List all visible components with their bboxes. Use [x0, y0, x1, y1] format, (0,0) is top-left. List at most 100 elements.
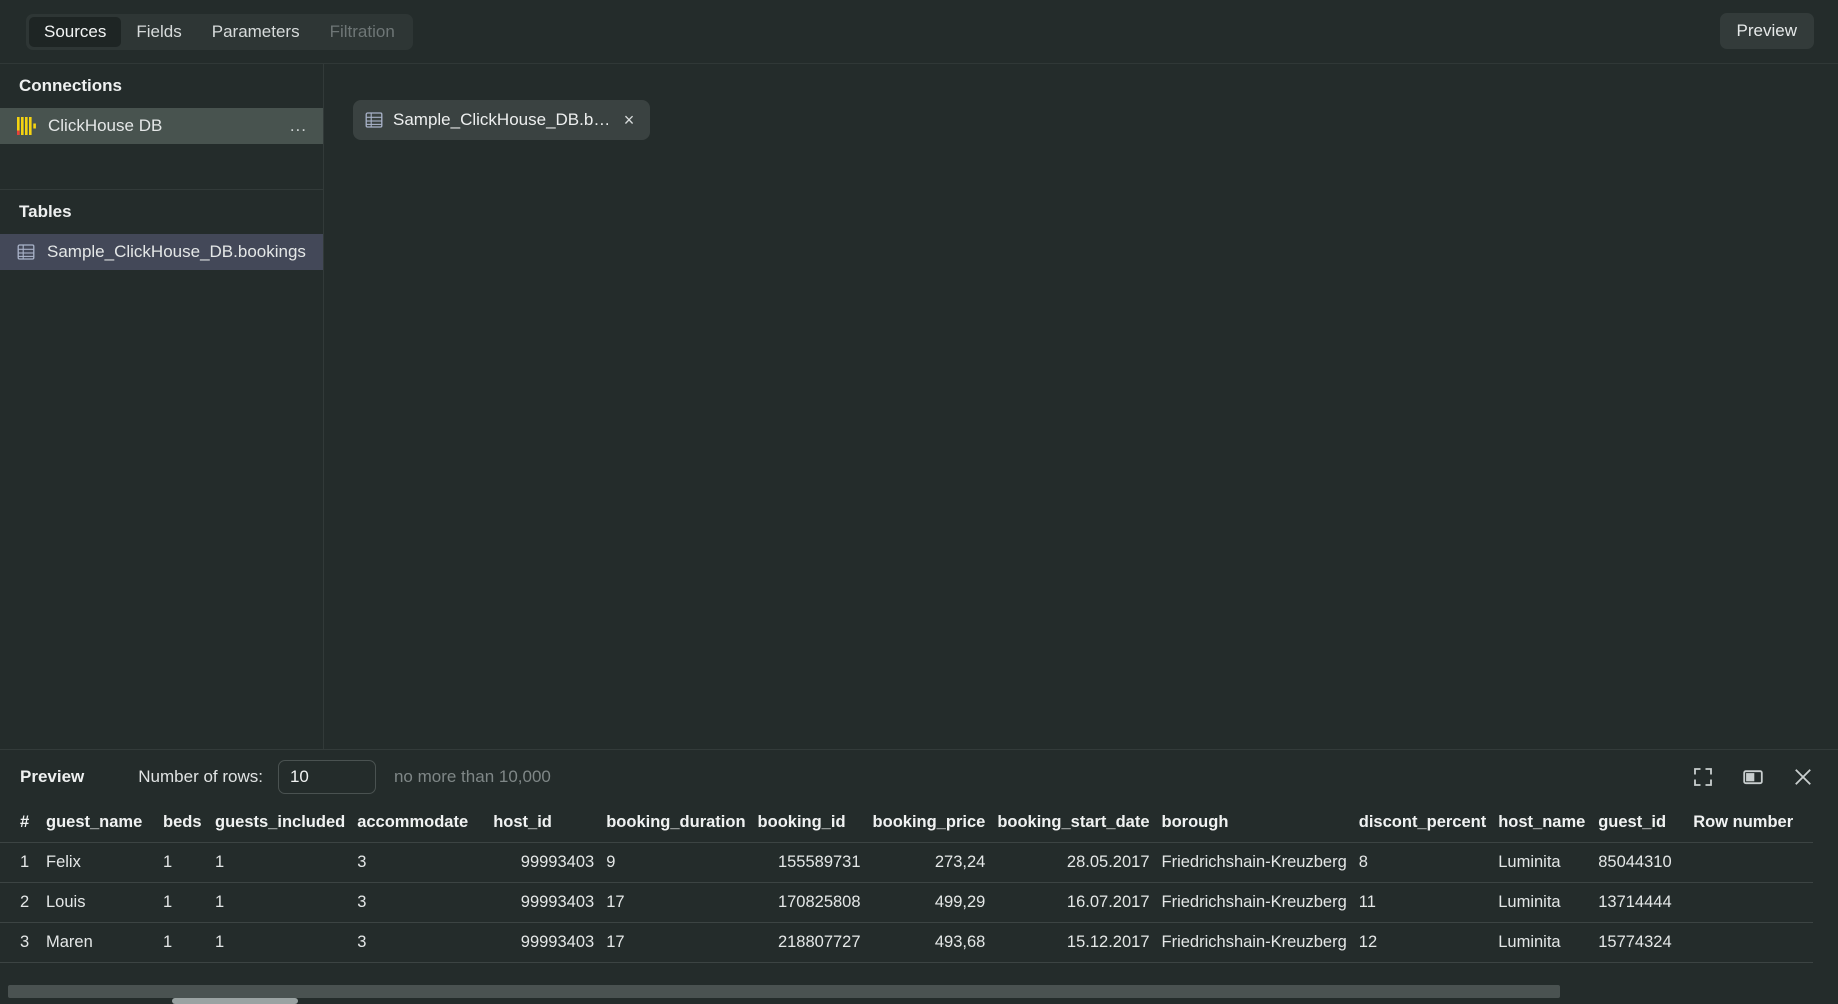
tables-title: Tables — [19, 202, 72, 221]
table-row[interactable]: 3 Maren 1 1 3 99993403 17 218807727 493,68 15.12.… — [0, 922, 1814, 963]
column-header-guest_name[interactable]: guest_name — [46, 804, 163, 843]
cell-booking_price: 273,24 — [872, 842, 998, 883]
cell-booking_duration: 17 — [606, 882, 758, 923]
cell-guest_id: 85044310 — [1598, 842, 1694, 883]
connections-title: Connections — [19, 76, 122, 95]
connections-empty-space — [0, 144, 323, 189]
row-limit-hint: no more than 10,000 — [393, 767, 551, 786]
cell-booking_id: 155589731 — [757, 842, 873, 883]
table-header-row: # guest_name beds guests_included accommodat… — [0, 804, 1814, 843]
column-header-booking_start_date[interactable]: booking_start_date — [997, 804, 1162, 843]
cell-booking_start_date: 15.12.2017 — [997, 922, 1162, 963]
tab-fields[interactable]: Fields — [121, 17, 196, 47]
cell-borough: Friedrichshain-Kreuzberg — [1161, 842, 1359, 883]
scrollbar-track[interactable] — [8, 985, 1560, 998]
number-of-rows-input[interactable] — [277, 760, 376, 794]
close-icon[interactable]: × — [616, 107, 642, 133]
connections-section: Connections ClickHouse DB ... — [0, 64, 323, 190]
cell-host_id: 99993403 — [493, 882, 607, 923]
top-bar: Sources Fields Parameters Filtration Pre… — [0, 0, 1838, 64]
column-header-beds[interactable]: beds — [163, 804, 215, 843]
preview-title: Preview — [20, 767, 85, 786]
cell-booking_duration: 17 — [606, 922, 758, 963]
cell-accommodate: 3 — [357, 842, 494, 883]
column-header-host_id[interactable]: host_id — [493, 804, 607, 843]
cell-booking_id: 170825808 — [757, 882, 873, 923]
cell-beds: 1 — [163, 882, 215, 923]
cell-accommodate: 3 — [357, 922, 494, 963]
column-header-row_number[interactable]: Row number — [1693, 804, 1814, 843]
fullscreen-icon[interactable] — [1690, 764, 1716, 790]
cell-guests_included: 1 — [215, 882, 358, 923]
cell-discont_percent: 8 — [1358, 842, 1499, 883]
preview-button[interactable]: Preview — [1719, 13, 1814, 49]
sidebar: Connections ClickHouse DB ... Tables Sam… — [0, 64, 324, 749]
cell-idx: 1 — [0, 842, 46, 883]
preview-actions — [1690, 750, 1816, 804]
column-header-borough[interactable]: borough — [1161, 804, 1359, 843]
sidebar-item-label: ClickHouse DB — [48, 116, 163, 135]
cell-row_number — [1693, 882, 1814, 923]
cell-beds: 1 — [163, 842, 215, 883]
cell-guests_included: 1 — [215, 842, 358, 883]
cell-row_number — [1693, 842, 1814, 883]
column-header-guest_id[interactable]: guest_id — [1598, 804, 1694, 843]
column-header-booking_duration[interactable]: booking_duration — [606, 804, 758, 843]
source-canvas[interactable]: Sample_ClickHouse_DB.b… × — [325, 64, 1838, 749]
preview-table: # guest_name beds guests_included accommodat… — [0, 804, 1814, 963]
cell-guest_name: Maren — [46, 922, 163, 963]
sidebar-item-clickhouse-db[interactable]: ClickHouse DB ... — [0, 108, 323, 144]
preview-panel: Preview Number of rows: no more than 10,… — [0, 749, 1838, 1004]
cell-discont_percent: 12 — [1358, 922, 1499, 963]
tab-parameters[interactable]: Parameters — [197, 17, 315, 47]
tables-section: Tables Sample_ClickHouse_DB.bookings — [0, 190, 323, 270]
column-header-booking_price[interactable]: booking_price — [872, 804, 998, 843]
tab-filtration: Filtration — [329, 22, 395, 41]
preview-table-body: 1 Felix 1 1 3 99993403 9 155589731 273,24 28.05.2… — [0, 842, 1814, 963]
close-icon[interactable] — [1790, 764, 1816, 790]
cell-beds: 1 — [163, 922, 215, 963]
cell-guest_name: Louis — [46, 882, 163, 923]
cell-borough: Friedrichshain-Kreuzberg — [1161, 882, 1359, 923]
table-icon — [365, 111, 383, 129]
cell-host_name: Luminita — [1498, 842, 1599, 883]
clickhouse-logo-icon — [17, 117, 37, 135]
cell-idx: 3 — [0, 922, 46, 963]
cell-host_id: 99993403 — [493, 842, 607, 883]
column-header-accommodate[interactable]: accommodate — [357, 804, 494, 843]
column-header-booking_id[interactable]: booking_id — [757, 804, 873, 843]
cell-guests_included: 1 — [215, 922, 358, 963]
cell-discont_percent: 11 — [1358, 882, 1499, 923]
column-header-discont_percent[interactable]: discont_percent — [1358, 804, 1499, 843]
cell-host_name: Luminita — [1498, 922, 1599, 963]
cell-accommodate: 3 — [357, 882, 494, 923]
column-header-guests_included[interactable]: guests_included — [215, 804, 358, 843]
table-row[interactable]: 1 Felix 1 1 3 99993403 9 155589731 273,24 28.05.2… — [0, 842, 1814, 883]
cell-booking_price: 493,68 — [872, 922, 998, 963]
source-chip-bookings[interactable]: Sample_ClickHouse_DB.b… × — [353, 100, 650, 140]
main-tabs: Sources Fields Parameters Filtration — [26, 14, 413, 50]
preview-toolbar: Preview Number of rows: no more than 10,… — [0, 750, 1838, 804]
table-row[interactable]: 2 Louis 1 1 3 99993403 17 170825808 499,29 16.07.… — [0, 882, 1814, 923]
cell-idx: 2 — [0, 882, 46, 923]
sidebar-item-bookings-table[interactable]: Sample_ClickHouse_DB.bookings — [0, 234, 323, 270]
preview-table-container[interactable]: # guest_name beds guests_included accommodat… — [0, 804, 1838, 990]
scrollbar-thumb[interactable] — [172, 998, 298, 1004]
cell-guest_id: 13714444 — [1598, 882, 1694, 923]
cell-booking_id: 218807727 — [757, 922, 873, 963]
cell-row_number — [1693, 922, 1814, 963]
panel-layout-icon[interactable] — [1740, 764, 1766, 790]
number-of-rows-label: Number of rows: — [138, 767, 263, 786]
table-icon — [17, 243, 35, 261]
tab-sources[interactable]: Sources — [29, 17, 122, 47]
column-header-idx[interactable]: # — [0, 804, 46, 843]
column-header-host_name[interactable]: host_name — [1498, 804, 1599, 843]
cell-borough: Friedrichshain-Kreuzberg — [1161, 922, 1359, 963]
cell-booking_price: 499,29 — [872, 882, 998, 923]
cell-guest_name: Felix — [46, 842, 163, 883]
cell-host_id: 99993403 — [493, 922, 607, 963]
horizontal-scrollbar[interactable] — [0, 985, 1838, 1004]
cell-booking_start_date: 16.07.2017 — [997, 882, 1162, 923]
connection-more-icon[interactable]: ... — [286, 117, 311, 134]
preview-table-header: # guest_name beds guests_included accommodat… — [0, 804, 1814, 843]
